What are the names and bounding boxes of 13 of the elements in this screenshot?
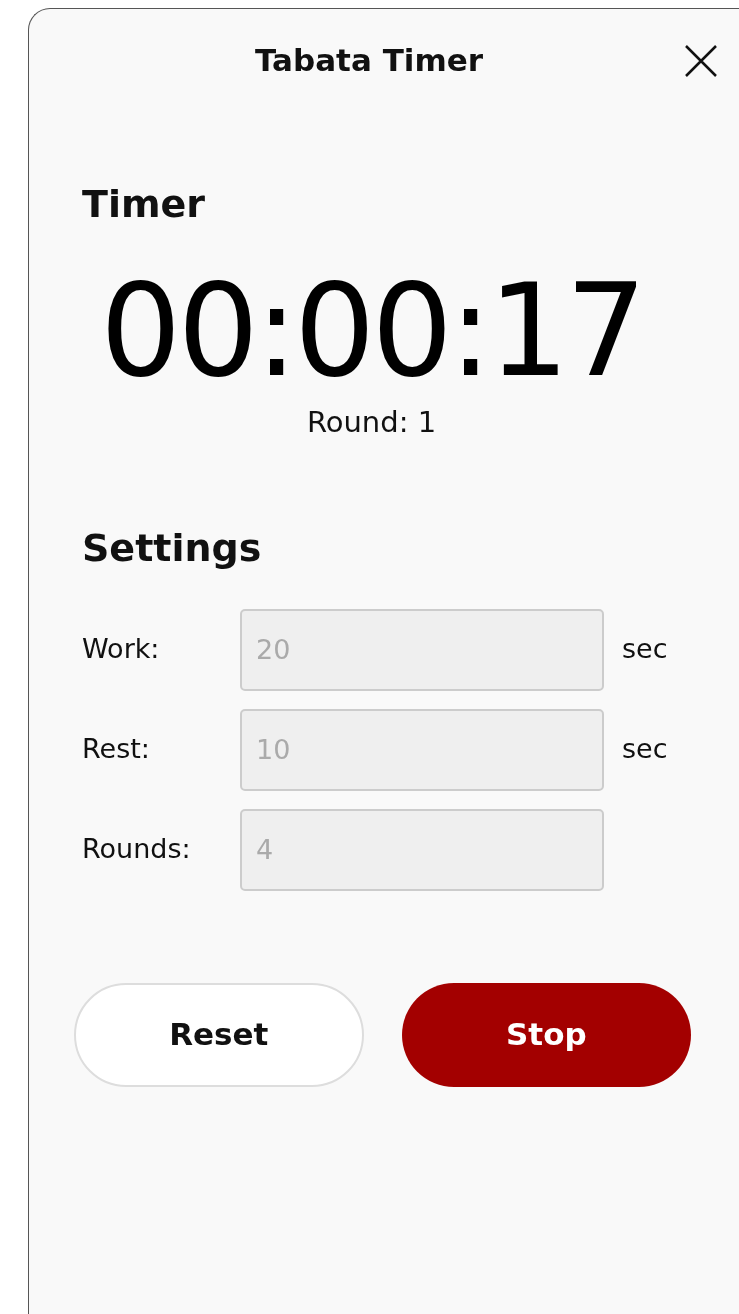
timer-display: 00:00:17 (100, 267, 643, 395)
window-title: Tabata Timer (254, 40, 484, 80)
stop-button[interactable]: Stop (401, 982, 691, 1087)
field-label: Rounds: (82, 832, 192, 867)
section-heading: Timer (82, 185, 207, 223)
field-label: Rest: (82, 732, 151, 767)
unit-label: sec (622, 632, 668, 667)
round-label: Round: 1 (306, 404, 437, 441)
field-label: Work: (82, 632, 161, 667)
unit-label: sec (622, 732, 668, 767)
reset-button[interactable]: Reset (74, 982, 364, 1087)
close-icon (684, 44, 718, 78)
section-heading: Settings (82, 528, 263, 567)
